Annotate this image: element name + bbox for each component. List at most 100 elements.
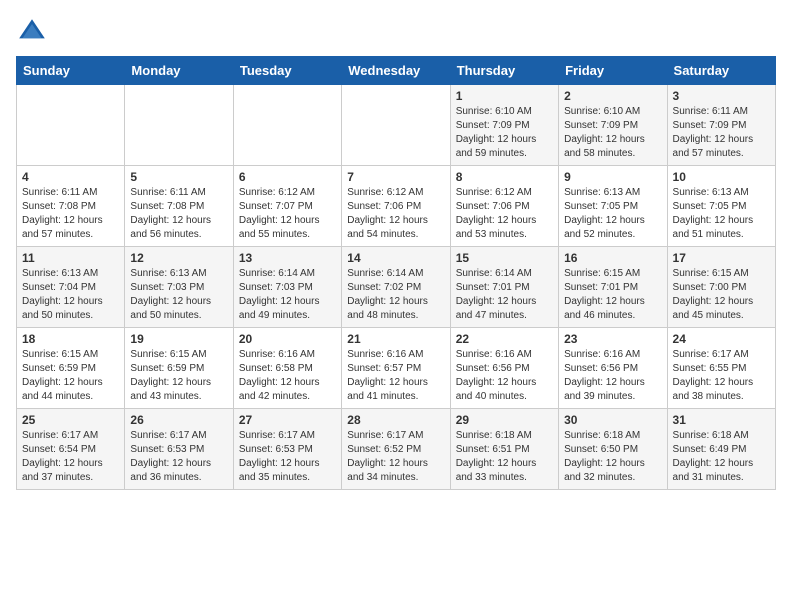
calendar-cell: 24 Sunrise: 6:17 AMSunset: 6:55 PMDayligh… xyxy=(667,328,775,409)
calendar-cell: 26 Sunrise: 6:17 AMSunset: 6:53 PMDayligh… xyxy=(125,409,233,490)
day-info: Sunrise: 6:14 AMSunset: 7:03 PMDaylight:… xyxy=(239,267,336,323)
day-number: 1 xyxy=(456,89,553,103)
header-day-thursday: Thursday xyxy=(450,57,558,85)
day-number: 12 xyxy=(130,251,227,265)
calendar-cell: 5Sunrise: 6:11 AMSunset: 7:08 PMDaylight… xyxy=(125,166,233,247)
day-info: Sunrise: 6:15 AMSunset: 7:01 PMDaylight:… xyxy=(564,267,661,323)
calendar-cell xyxy=(233,85,341,166)
calendar-cell: 2 Sunrise: 6:10 AMSunset: 7:09 PMDaylight… xyxy=(559,85,667,166)
calendar-cell: 30 Sunrise: 6:18 AMSunset: 6:50 PMDayligh… xyxy=(559,409,667,490)
day-number: 17 xyxy=(673,251,770,265)
day-info: Sunrise: 6:17 AMSunset: 6:52 PMDaylight:… xyxy=(347,429,444,485)
day-info: Sunrise: 6:10 AMSunset: 7:09 PMDaylight:… xyxy=(564,105,661,161)
calendar-cell: 22Sunrise: 6:16 AMSunset: 6:56 PMDayligh… xyxy=(450,328,558,409)
day-info: Sunrise: 6:16 AMSunset: 6:56 PMDaylight:… xyxy=(564,348,661,404)
calendar-cell: 4 Sunrise: 6:11 AMSunset: 7:08 PMDaylight… xyxy=(17,166,125,247)
day-info: Sunrise: 6:10 AMSunset: 7:09 PMDaylight:… xyxy=(456,105,553,161)
page-header xyxy=(16,16,776,48)
calendar-cell xyxy=(342,85,450,166)
calendar-cell: 9 Sunrise: 6:13 AMSunset: 7:05 PMDaylight… xyxy=(559,166,667,247)
day-info: Sunrise: 6:16 AMSunset: 6:57 PMDaylight:… xyxy=(347,348,444,404)
day-info: Sunrise: 6:17 AMSunset: 6:55 PMDaylight:… xyxy=(673,348,770,404)
calendar-cell: 6 Sunrise: 6:12 AMSunset: 7:07 PMDaylight… xyxy=(233,166,341,247)
calendar-cell: 1 Sunrise: 6:10 AMSunset: 7:09 PMDaylight… xyxy=(450,85,558,166)
day-number: 4 xyxy=(22,170,119,184)
calendar-cell: 17Sunrise: 6:15 AMSunset: 7:00 PMDayligh… xyxy=(667,247,775,328)
calendar-cell: 7Sunrise: 6:12 AMSunset: 7:06 PMDaylight… xyxy=(342,166,450,247)
day-info: Sunrise: 6:13 AMSunset: 7:03 PMDaylight:… xyxy=(130,267,227,323)
day-number: 23 xyxy=(564,332,661,346)
logo-icon xyxy=(16,16,48,48)
day-info: Sunrise: 6:14 AMSunset: 7:02 PMDaylight:… xyxy=(347,267,444,323)
day-number: 6 xyxy=(239,170,336,184)
day-number: 16 xyxy=(564,251,661,265)
header-day-monday: Monday xyxy=(125,57,233,85)
calendar-table: SundayMondayTuesdayWednesdayThursdayFrid… xyxy=(16,56,776,490)
calendar-cell xyxy=(125,85,233,166)
day-info: Sunrise: 6:13 AMSunset: 7:05 PMDaylight:… xyxy=(673,186,770,242)
day-number: 3 xyxy=(673,89,770,103)
day-number: 14 xyxy=(347,251,444,265)
calendar-cell: 11 Sunrise: 6:13 AMSunset: 7:04 PMDayligh… xyxy=(17,247,125,328)
header-row: SundayMondayTuesdayWednesdayThursdayFrid… xyxy=(17,57,776,85)
calendar-cell: 18 Sunrise: 6:15 AMSunset: 6:59 PMDayligh… xyxy=(17,328,125,409)
calendar-cell: 19Sunrise: 6:15 AMSunset: 6:59 PMDayligh… xyxy=(125,328,233,409)
calendar-body: 1 Sunrise: 6:10 AMSunset: 7:09 PMDaylight… xyxy=(17,85,776,490)
calendar-cell: 29Sunrise: 6:18 AMSunset: 6:51 PMDayligh… xyxy=(450,409,558,490)
header-day-friday: Friday xyxy=(559,57,667,85)
day-number: 13 xyxy=(239,251,336,265)
calendar-cell: 20 Sunrise: 6:16 AMSunset: 6:58 PMDayligh… xyxy=(233,328,341,409)
day-number: 7 xyxy=(347,170,444,184)
day-info: Sunrise: 6:13 AMSunset: 7:05 PMDaylight:… xyxy=(564,186,661,242)
day-number: 11 xyxy=(22,251,119,265)
calendar-cell: 13 Sunrise: 6:14 AMSunset: 7:03 PMDayligh… xyxy=(233,247,341,328)
calendar-cell: 8Sunrise: 6:12 AMSunset: 7:06 PMDaylight… xyxy=(450,166,558,247)
day-number: 8 xyxy=(456,170,553,184)
day-info: Sunrise: 6:17 AMSunset: 6:53 PMDaylight:… xyxy=(130,429,227,485)
day-info: Sunrise: 6:13 AMSunset: 7:04 PMDaylight:… xyxy=(22,267,119,323)
day-info: Sunrise: 6:18 AMSunset: 6:50 PMDaylight:… xyxy=(564,429,661,485)
day-info: Sunrise: 6:11 AMSunset: 7:09 PMDaylight:… xyxy=(673,105,770,161)
calendar-week-2: 11 Sunrise: 6:13 AMSunset: 7:04 PMDayligh… xyxy=(17,247,776,328)
day-number: 18 xyxy=(22,332,119,346)
day-number: 20 xyxy=(239,332,336,346)
day-info: Sunrise: 6:15 AMSunset: 6:59 PMDaylight:… xyxy=(22,348,119,404)
day-number: 26 xyxy=(130,413,227,427)
day-info: Sunrise: 6:16 AMSunset: 6:58 PMDaylight:… xyxy=(239,348,336,404)
calendar-week-4: 25 Sunrise: 6:17 AMSunset: 6:54 PMDayligh… xyxy=(17,409,776,490)
day-info: Sunrise: 6:18 AMSunset: 6:49 PMDaylight:… xyxy=(673,429,770,485)
calendar-cell: 25 Sunrise: 6:17 AMSunset: 6:54 PMDayligh… xyxy=(17,409,125,490)
day-number: 28 xyxy=(347,413,444,427)
day-info: Sunrise: 6:17 AMSunset: 6:54 PMDaylight:… xyxy=(22,429,119,485)
logo xyxy=(16,16,52,48)
calendar-cell: 31Sunrise: 6:18 AMSunset: 6:49 PMDayligh… xyxy=(667,409,775,490)
day-number: 2 xyxy=(564,89,661,103)
calendar-cell: 21Sunrise: 6:16 AMSunset: 6:57 PMDayligh… xyxy=(342,328,450,409)
calendar-cell: 14 Sunrise: 6:14 AMSunset: 7:02 PMDayligh… xyxy=(342,247,450,328)
day-number: 9 xyxy=(564,170,661,184)
day-number: 27 xyxy=(239,413,336,427)
day-number: 25 xyxy=(22,413,119,427)
calendar-cell: 23 Sunrise: 6:16 AMSunset: 6:56 PMDayligh… xyxy=(559,328,667,409)
day-info: Sunrise: 6:11 AMSunset: 7:08 PMDaylight:… xyxy=(130,186,227,242)
day-number: 10 xyxy=(673,170,770,184)
calendar-week-0: 1 Sunrise: 6:10 AMSunset: 7:09 PMDaylight… xyxy=(17,85,776,166)
calendar-cell: 10 Sunrise: 6:13 AMSunset: 7:05 PMDayligh… xyxy=(667,166,775,247)
day-info: Sunrise: 6:12 AMSunset: 7:07 PMDaylight:… xyxy=(239,186,336,242)
day-number: 30 xyxy=(564,413,661,427)
day-number: 24 xyxy=(673,332,770,346)
header-day-sunday: Sunday xyxy=(17,57,125,85)
calendar-cell xyxy=(17,85,125,166)
calendar-week-1: 4 Sunrise: 6:11 AMSunset: 7:08 PMDaylight… xyxy=(17,166,776,247)
header-day-saturday: Saturday xyxy=(667,57,775,85)
header-day-tuesday: Tuesday xyxy=(233,57,341,85)
calendar-cell: 12 Sunrise: 6:13 AMSunset: 7:03 PMDayligh… xyxy=(125,247,233,328)
day-info: Sunrise: 6:17 AMSunset: 6:53 PMDaylight:… xyxy=(239,429,336,485)
calendar-cell: 3 Sunrise: 6:11 AMSunset: 7:09 PMDaylight… xyxy=(667,85,775,166)
day-number: 22 xyxy=(456,332,553,346)
header-day-wednesday: Wednesday xyxy=(342,57,450,85)
day-info: Sunrise: 6:11 AMSunset: 7:08 PMDaylight:… xyxy=(22,186,119,242)
calendar-header: SundayMondayTuesdayWednesdayThursdayFrid… xyxy=(17,57,776,85)
calendar-cell: 15Sunrise: 6:14 AMSunset: 7:01 PMDayligh… xyxy=(450,247,558,328)
day-number: 29 xyxy=(456,413,553,427)
